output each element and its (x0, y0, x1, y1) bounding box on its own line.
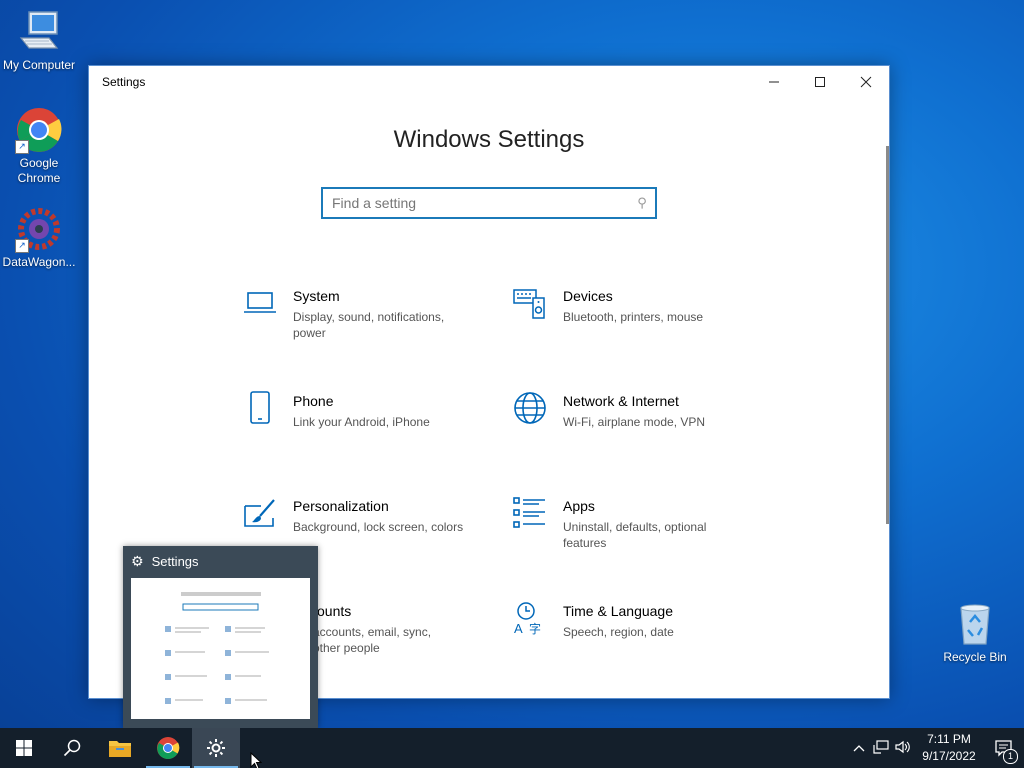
phone-icon (243, 391, 277, 425)
tile-name: Network & Internet (563, 393, 679, 409)
scrollbar[interactable] (886, 146, 889, 524)
thumbnail-title: Settings (151, 553, 199, 569)
desktop-icon-label: Recycle Bin (943, 650, 1007, 664)
tile-personalization[interactable]: Personalization Background, lock screen,… (243, 496, 483, 535)
tile-time-language[interactable]: A字 Time & Language Speech, region, date (513, 601, 753, 640)
search-icon (63, 739, 81, 757)
tile-name: Time & Language (563, 603, 673, 619)
computer-icon (15, 8, 63, 56)
page-title: Windows Settings (393, 126, 585, 153)
settings-taskbar-button[interactable] (192, 728, 240, 768)
desktop-icon-label: My Computer (2, 58, 76, 72)
tile-name: Phone (293, 393, 334, 409)
taskbar: 7:11 PM 9/17/2022 1 (0, 728, 1024, 768)
clock[interactable]: 7:11 PM 9/17/2022 (914, 731, 984, 765)
search-icon: ⚲ (637, 195, 647, 210)
tile-name: Apps (563, 498, 595, 514)
tile-name: Devices (563, 288, 613, 304)
system-tray: 7:11 PM 9/17/2022 1 (848, 728, 1024, 768)
close-icon (860, 76, 872, 88)
folder-icon (109, 741, 131, 757)
desktop-icon-my-computer[interactable]: My Computer (0, 8, 78, 73)
maximize-button[interactable] (797, 66, 843, 98)
start-button[interactable] (0, 728, 48, 768)
svg-text:A: A (514, 621, 523, 635)
chevron-up-icon[interactable] (848, 741, 870, 755)
gear-icon (207, 739, 225, 757)
shortcut-arrow-icon: ↗ (15, 239, 29, 253)
desktop-icon-google-chrome[interactable]: ↗ Google Chrome (0, 106, 78, 186)
window-title: Settings (102, 75, 146, 89)
svg-text:字: 字 (529, 621, 541, 635)
keyboard-speaker-icon (513, 286, 547, 320)
gear-icon: ⚙ (131, 552, 144, 569)
tile-desc: Speech, region, date (563, 625, 674, 639)
windows-logo-icon (16, 740, 32, 756)
network-icon[interactable] (870, 739, 892, 757)
tile-name: System (293, 288, 340, 304)
tile-desc: Link your Android, iPhone (293, 415, 430, 429)
recycle-bin-icon (951, 600, 999, 648)
window-titlebar[interactable]: Settings (89, 66, 889, 98)
desktop-icon-label: DataWagon... (2, 255, 76, 269)
chrome-icon: ↗ (15, 106, 63, 154)
tile-phone[interactable]: Phone Link your Android, iPhone (243, 391, 483, 430)
tile-desc: Bluetooth, printers, mouse (563, 310, 704, 324)
tile-desc: Uninstall, defaults, optional features (563, 520, 707, 550)
tile-network[interactable]: Network & Internet Wi-Fi, airplane mode,… (513, 391, 753, 430)
tile-name: Personalization (293, 498, 389, 514)
file-explorer-button[interactable] (96, 728, 144, 768)
volume-icon[interactable] (892, 740, 914, 757)
globe-icon (513, 391, 547, 425)
tile-devices[interactable]: Devices Bluetooth, printers, mouse (513, 286, 753, 325)
laptop-icon (243, 286, 277, 320)
clock-date: 9/17/2022 (922, 749, 976, 763)
notification-badge: 1 (1003, 749, 1018, 764)
mouse-cursor (250, 751, 263, 768)
shortcut-arrow-icon: ↗ (15, 140, 29, 154)
tile-system[interactable]: System Display, sound, notifications, po… (243, 286, 483, 341)
thumbnail-image (131, 578, 310, 719)
tile-desc: Background, lock screen, colors (293, 520, 464, 534)
action-center-button[interactable]: 1 (984, 739, 1024, 764)
search-button[interactable] (48, 728, 96, 768)
close-button[interactable] (843, 66, 889, 98)
desktop-icon-recycle-bin[interactable]: Recycle Bin (936, 600, 1014, 665)
tile-name: ounts (317, 603, 352, 619)
datawagon-icon: ↗ (15, 205, 63, 253)
chrome-taskbar-button[interactable] (144, 728, 192, 768)
clock-time: 7:11 PM (927, 732, 971, 746)
desktop-icon-datawagon[interactable]: ↗ DataWagon... (0, 205, 78, 270)
tile-desc: Display, sound, notifications, power (293, 310, 445, 340)
search-input[interactable] (323, 194, 629, 212)
paintbrush-icon (243, 496, 277, 530)
minimize-button[interactable] (751, 66, 797, 98)
desktop-icon-label: Google Chrome (17, 156, 61, 185)
tile-desc: Wi-Fi, airplane mode, VPN (563, 415, 706, 429)
time-language-icon: A字 (513, 601, 547, 636)
tile-desc: accounts, email, sync, other people (313, 625, 432, 655)
chrome-icon (157, 737, 180, 759)
maximize-icon (815, 77, 825, 87)
minimize-icon (769, 81, 779, 83)
apps-list-icon (513, 496, 547, 530)
search-box[interactable]: ⚲ (321, 187, 657, 219)
taskbar-thumbnail-preview[interactable]: ⚙ Settings (123, 546, 318, 728)
tile-apps[interactable]: Apps Uninstall, defaults, optional featu… (513, 496, 753, 551)
